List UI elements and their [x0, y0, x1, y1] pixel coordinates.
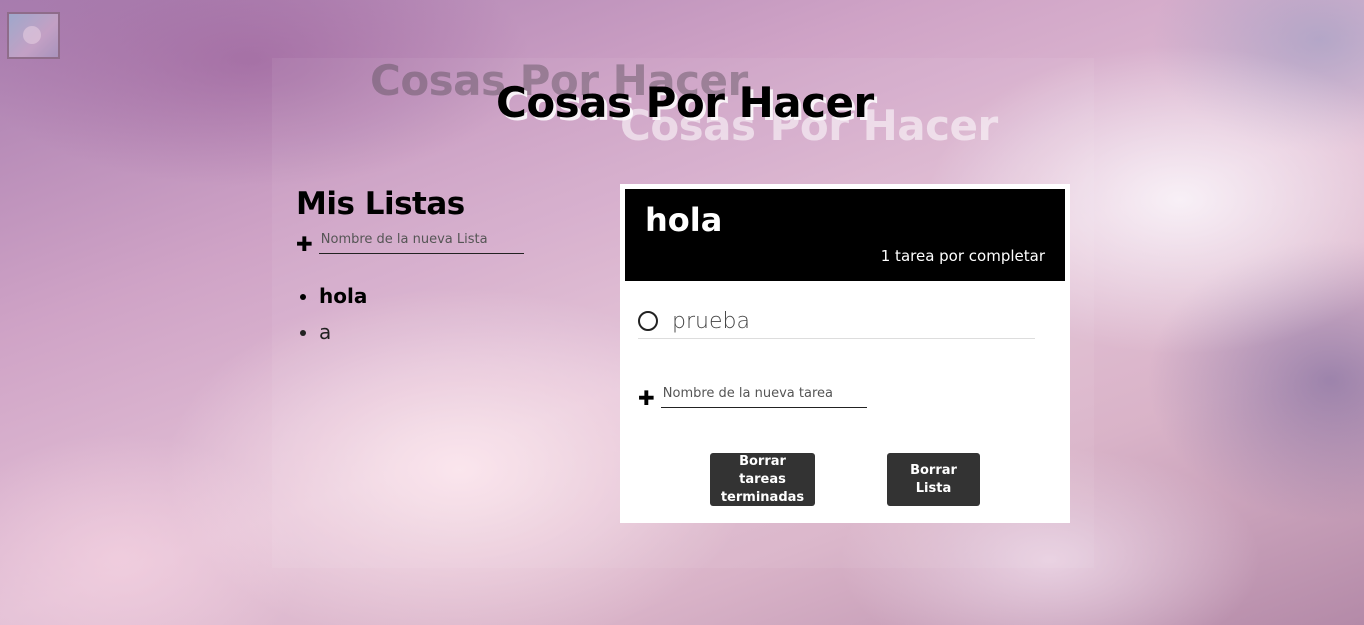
avatar — [7, 12, 60, 59]
task-label[interactable]: prueba — [672, 309, 750, 334]
plus-icon[interactable]: ✚ — [638, 388, 655, 408]
todo-card: hola 1 tarea por completar prueba ✚ Borr… — [620, 184, 1070, 523]
page-title: Cosas Por Hacer — [496, 78, 874, 127]
task-item[interactable]: prueba — [638, 304, 1035, 339]
lists-list: hola a — [296, 278, 556, 350]
todo-header: hola 1 tarea por completar — [625, 189, 1065, 281]
remaining-count: 1 tarea por completar — [880, 247, 1045, 265]
clear-completed-button[interactable]: Borrar tareas terminadas — [710, 453, 815, 506]
new-task-input[interactable] — [660, 384, 867, 408]
delete-list-button[interactable]: Borrar Lista — [887, 453, 980, 506]
new-list-form: ✚ — [296, 230, 556, 254]
new-task-form: ✚ — [638, 384, 867, 408]
list-item-a[interactable]: a — [319, 314, 556, 350]
checkbox-circle-icon[interactable] — [638, 311, 658, 331]
plus-icon[interactable]: ✚ — [296, 234, 313, 254]
lists-panel: Mis Listas ✚ hola a — [296, 186, 556, 350]
list-item-hola[interactable]: hola — [319, 278, 556, 314]
todo-list-title: hola — [645, 201, 723, 239]
new-list-input[interactable] — [318, 230, 524, 254]
lists-heading: Mis Listas — [296, 186, 465, 222]
